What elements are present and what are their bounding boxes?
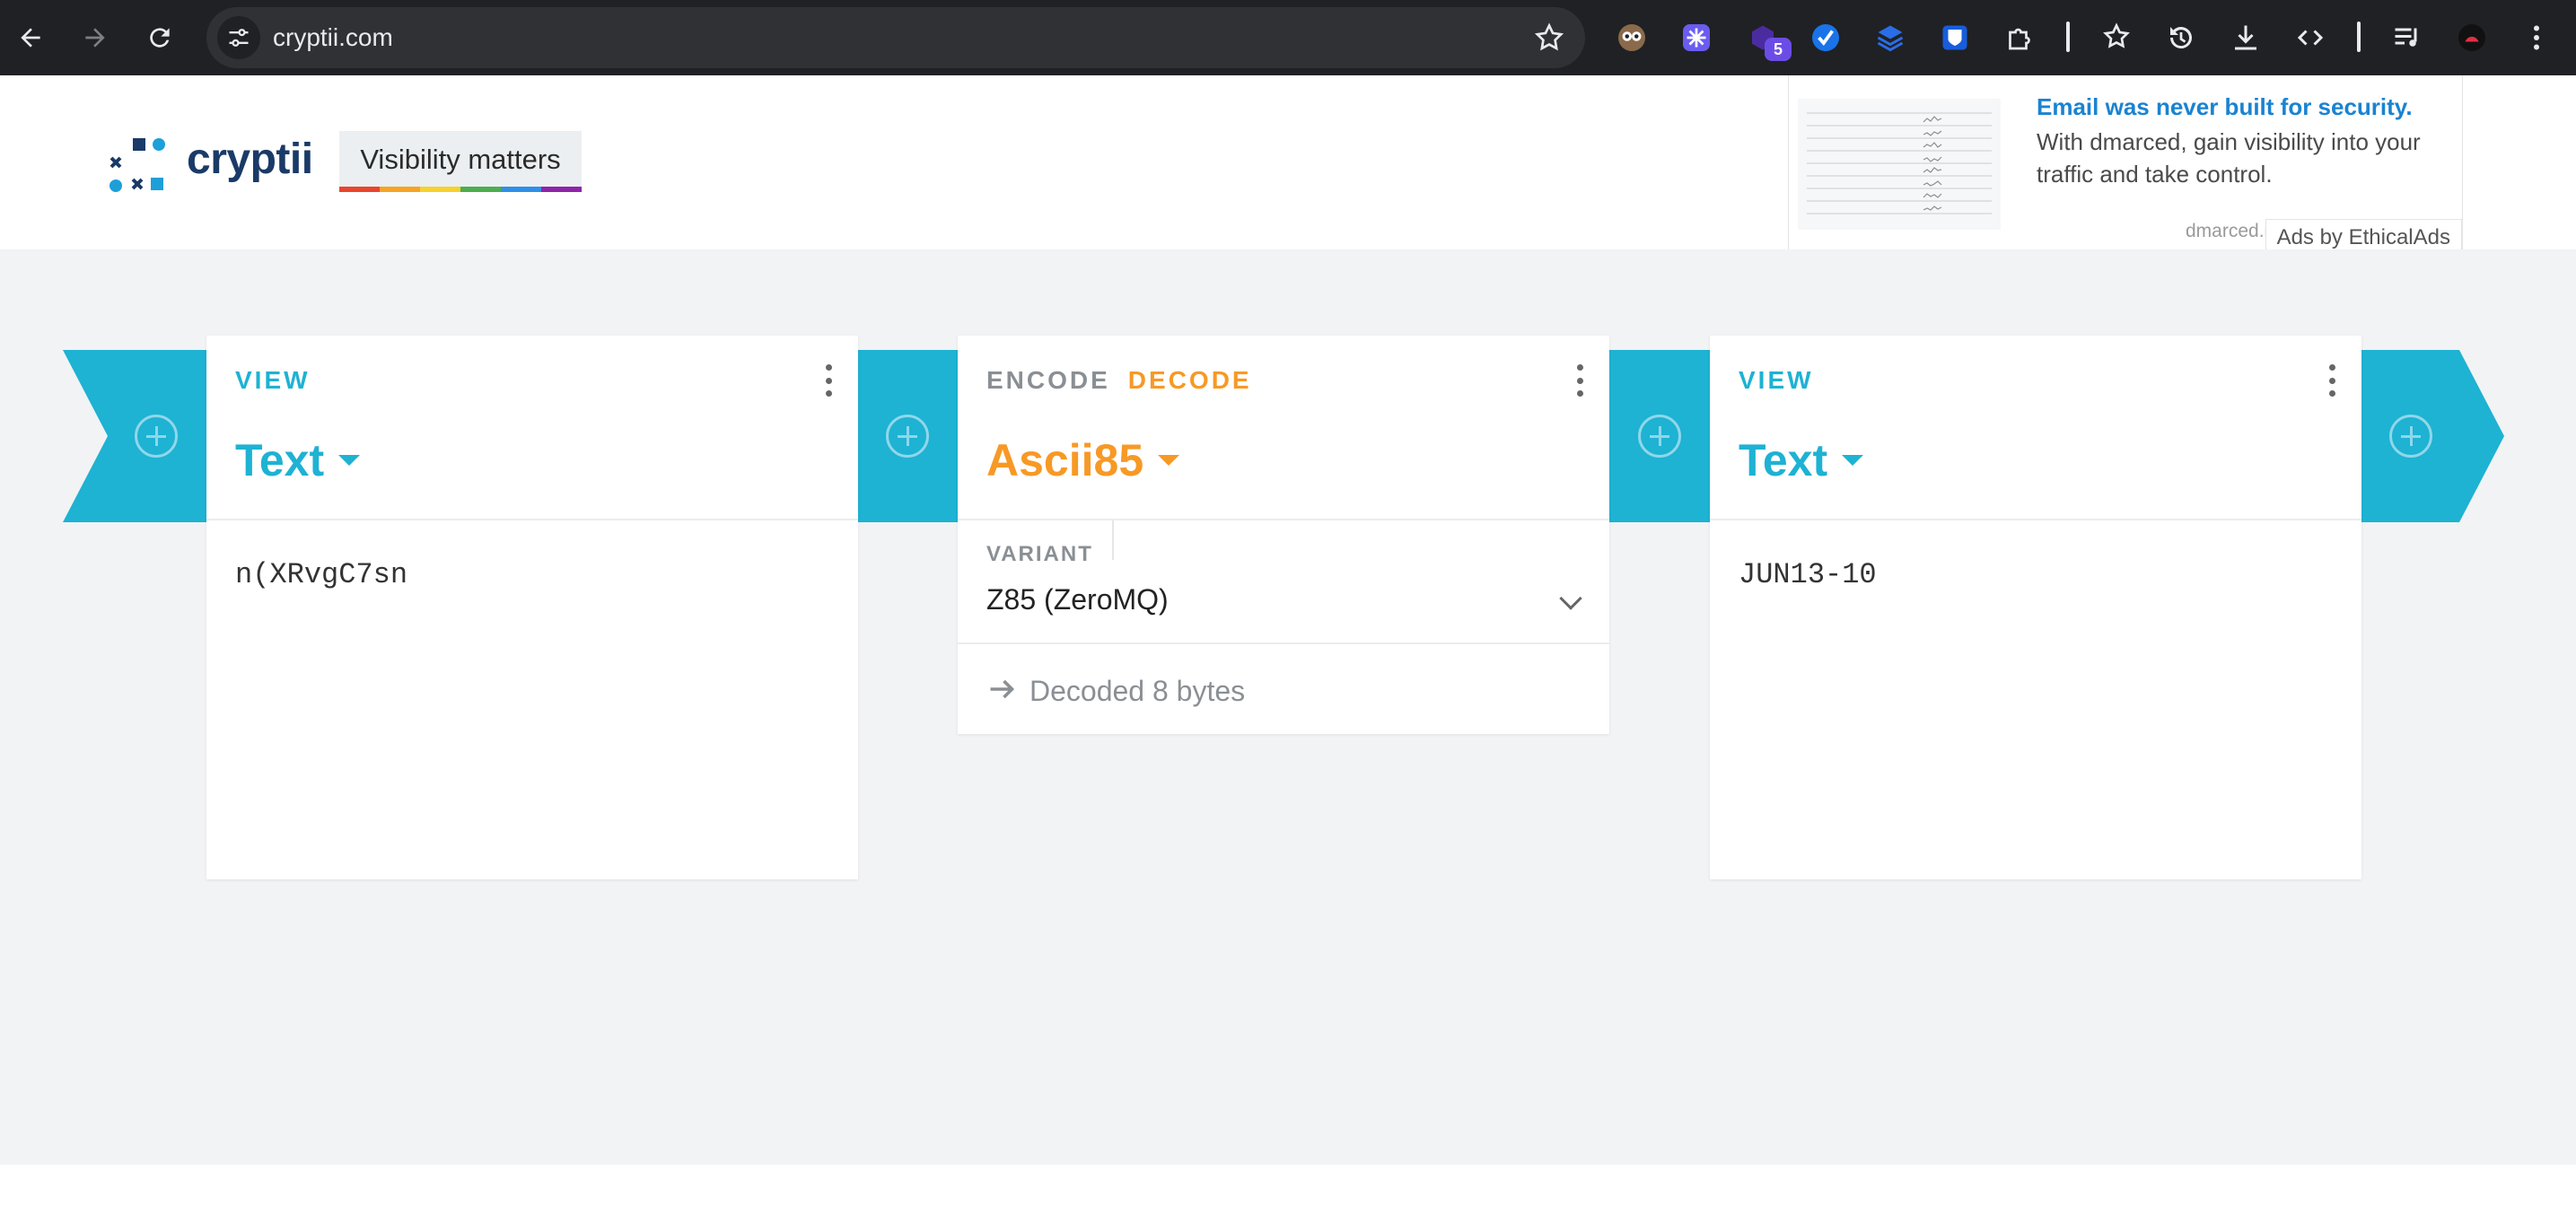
brick-header: VIEW Text — [206, 336, 858, 520]
ad-thumbnail — [1798, 99, 2001, 230]
more-icon[interactable] — [2327, 364, 2336, 397]
tagline-text: Visibility matters — [360, 144, 561, 175]
history-icon[interactable] — [2160, 16, 2203, 59]
media-controls-icon[interactable] — [2386, 16, 2429, 59]
more-icon[interactable] — [1575, 364, 1584, 397]
download-icon[interactable] — [2224, 16, 2267, 59]
ascii85-encoder-brick: ENCODE DECODE Ascii85 VARIANT Z85 (ZeroMQ… — [958, 336, 1609, 734]
brick-title: Text — [235, 435, 325, 485]
brick-title-selector[interactable]: Text — [1739, 434, 1864, 486]
site-info-icon[interactable] — [217, 16, 260, 59]
more-menu-icon[interactable] — [2515, 16, 2558, 59]
tagline-badge[interactable]: Visibility matters — [339, 131, 582, 192]
devtools-icon[interactable] — [2289, 16, 2332, 59]
rainbow-segment — [460, 187, 501, 192]
brick-title: Text — [1739, 435, 1828, 485]
forward-icon[interactable] — [74, 16, 117, 59]
back-icon[interactable] — [9, 16, 52, 59]
puzzle-extension-icon[interactable] — [1998, 16, 2041, 59]
toolbar-separator — [2066, 22, 2070, 52]
arrow-right-icon — [990, 679, 1015, 699]
caret-down-icon — [338, 454, 361, 466]
text-input-area[interactable]: n(XRvgC7sn — [206, 520, 858, 879]
decode-toggle[interactable]: DECODE — [1128, 366, 1252, 394]
rainbow-segment — [541, 187, 582, 192]
variant-select-value[interactable]: Z85 (ZeroMQ) — [986, 583, 1169, 616]
reload-icon[interactable] — [138, 16, 181, 59]
text-view-brick-input: VIEW Text n(XRvgC7sn — [206, 336, 858, 879]
rainbow-segment — [501, 187, 541, 192]
add-icon[interactable] — [1638, 415, 1681, 458]
status-text: Decoded 8 bytes — [1030, 675, 1246, 707]
bitwarden-extension-icon[interactable] — [1933, 16, 1976, 59]
setting-divider — [1112, 520, 1114, 560]
caret-down-icon — [1842, 454, 1864, 466]
address-bar[interactable]: cryptii.com — [206, 7, 1585, 68]
cryptii-logo-icon[interactable] — [110, 136, 167, 194]
brick-status: Decoded 8 bytes — [958, 644, 1609, 734]
brick-title-selector[interactable]: Text — [235, 434, 361, 486]
ad-body[interactable]: With dmarced, gain visibility into your … — [2037, 126, 2449, 190]
check-extension-icon[interactable] — [1804, 16, 1847, 59]
variant-setting[interactable]: VARIANT Z85 (ZeroMQ) — [958, 520, 1609, 644]
setting-label: VARIANT — [986, 542, 1093, 566]
profile-avatar-icon[interactable] — [2450, 16, 2493, 59]
brick-kind-label: VIEW — [1739, 366, 1814, 394]
ad-title[interactable]: Email was never built for security. — [2037, 93, 2413, 121]
brick-title-selector[interactable]: Ascii85 — [986, 434, 1180, 486]
page-footer-strip — [0, 1165, 2576, 1206]
browser-toolbar: cryptii.com 5 — [0, 0, 2576, 75]
reading-list-icon[interactable] — [2095, 16, 2138, 59]
text-view-brick-output: VIEW Text JUN13-10 — [1710, 336, 2361, 879]
url-text[interactable]: cryptii.com — [273, 23, 393, 52]
cube-extension-icon[interactable]: 5 — [1741, 16, 1792, 61]
add-icon[interactable] — [886, 415, 929, 458]
chevron-down-icon[interactable] — [1559, 587, 1582, 610]
add-icon[interactable] — [2389, 415, 2432, 458]
add-icon[interactable] — [135, 415, 178, 458]
encode-toggle[interactable]: ENCODE — [986, 366, 1110, 394]
brick-header: VIEW Text — [1710, 336, 2361, 520]
layers-extension-icon[interactable] — [1869, 16, 1912, 59]
rainbow-stripe — [339, 187, 582, 192]
site-header: cryptii Visibility matters Email was nev… — [0, 75, 2576, 257]
brick-kind-toggle: ENCODE DECODE — [986, 366, 1252, 395]
ethical-ad[interactable]: Email was never built for security. With… — [1788, 75, 2463, 257]
rainbow-segment — [380, 187, 420, 192]
pipeline-ribbon-end — [2361, 350, 2504, 522]
text-output-area[interactable]: JUN13-10 — [1710, 520, 2361, 879]
owl-extension-icon[interactable] — [1610, 16, 1653, 59]
brand-name[interactable]: cryptii — [187, 135, 313, 184]
brick-kind-label: VIEW — [235, 366, 311, 394]
brick-header: ENCODE DECODE Ascii85 — [958, 336, 1609, 520]
rainbow-segment — [420, 187, 460, 192]
toolbar-separator — [2357, 22, 2361, 52]
more-icon[interactable] — [824, 364, 833, 397]
brick-title: Ascii85 — [986, 435, 1144, 485]
star-icon[interactable] — [1533, 22, 1565, 54]
rainbow-segment — [339, 187, 380, 192]
extension-badge: 5 — [1765, 38, 1792, 61]
caret-down-icon — [1158, 454, 1180, 466]
snowflake-extension-icon[interactable] — [1675, 16, 1718, 59]
